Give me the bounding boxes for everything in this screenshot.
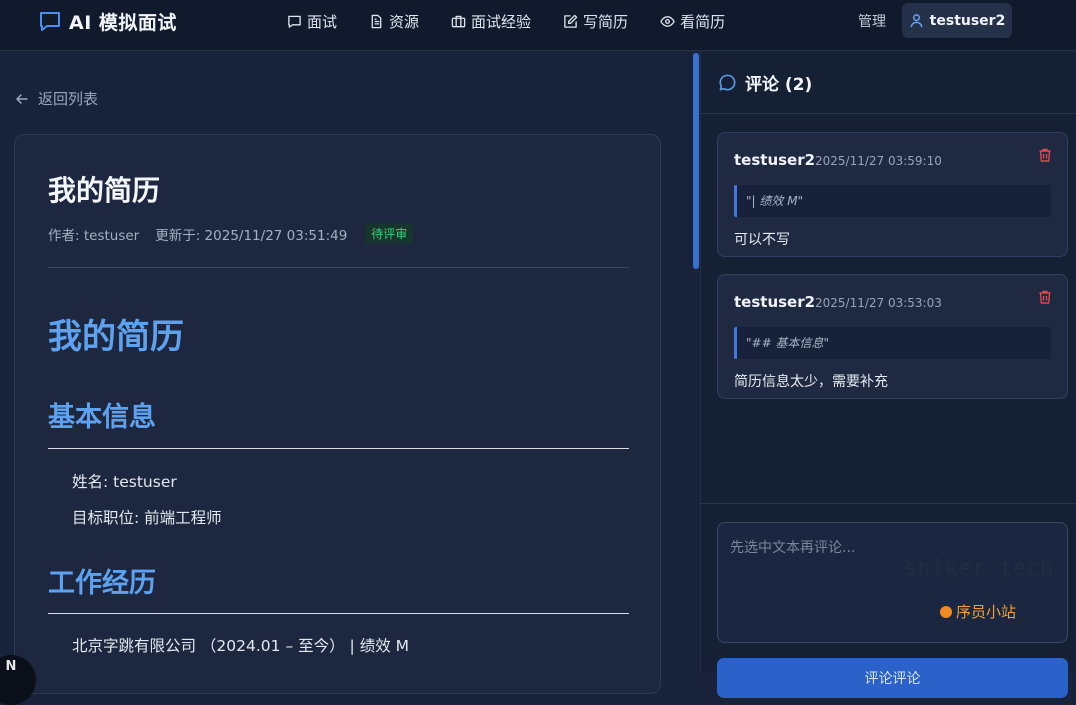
watermark-text: shiker.tech	[904, 556, 1055, 580]
back-label: 返回列表	[38, 90, 99, 108]
arrow-left-icon	[15, 93, 28, 104]
nav-label: 资源	[389, 12, 420, 31]
chat-bubble-icon	[40, 12, 60, 31]
edit-icon	[564, 14, 578, 28]
brand-logo[interactable]: AI 模拟面试	[38, 8, 177, 34]
status-badge: 待评审	[365, 223, 414, 244]
orange-icon	[940, 605, 952, 618]
chat-bubble-icon	[288, 15, 301, 28]
nav-item-interview[interactable]: 面试	[287, 11, 337, 32]
watermark-site-label: 序员小站	[956, 603, 1017, 621]
comments-title: 评论 (2)	[745, 74, 813, 95]
document-icon	[371, 14, 382, 28]
comment-text: 简历信息太少，需要补充	[734, 374, 888, 390]
user-menu-button[interactable]: testuser2	[902, 3, 1012, 38]
nav-label: 看简历	[680, 12, 726, 31]
comment-time: 2025/11/27 03:53:03	[815, 296, 942, 310]
nav-item-view-resume[interactable]: 看简历	[660, 11, 725, 32]
username: testuser2	[929, 12, 1006, 29]
divider	[48, 267, 629, 268]
nav-label: 面试	[307, 12, 338, 31]
eye-icon	[660, 15, 675, 27]
admin-link[interactable]: 管理	[858, 11, 886, 31]
trash-icon[interactable]	[1037, 289, 1053, 305]
comment-text: 可以不写	[734, 232, 790, 248]
comments-header: 评论 (2)	[701, 51, 1076, 114]
app-title: AI 模拟面试	[69, 11, 177, 34]
scrollbar-thumb[interactable]	[693, 53, 699, 269]
comment-composer: 评论评论	[701, 503, 1076, 698]
comment-author: testuser2	[734, 151, 816, 169]
user-icon	[910, 14, 923, 28]
comment-time: 2025/11/27 03:59:10	[815, 154, 942, 168]
main-nav: 面试 资源 面试经验 写简历 看简历	[287, 10, 757, 32]
document-author: 作者: testuser	[48, 227, 140, 244]
document-meta: 作者: testuser 更新于: 2025/11/27 03:51:49 待评…	[48, 223, 414, 244]
resume-document-card: 我的简历 作者: testuser 更新于: 2025/11/27 03:51:…	[14, 134, 661, 694]
comment-author: testuser2	[734, 293, 816, 311]
nav-item-resources[interactable]: 资源	[369, 11, 419, 32]
nav-item-write-resume[interactable]: 写简历	[563, 11, 628, 32]
watermark-site: 序员小站	[940, 601, 1016, 622]
document-title: 我的简历	[48, 174, 161, 207]
briefcase-icon	[451, 15, 466, 27]
section-heading-work-experience[interactable]: 工作经历	[48, 561, 156, 600]
nav-item-experience[interactable]: 面试经验	[451, 11, 531, 32]
back-to-list-link[interactable]: 返回列表	[15, 88, 98, 109]
comment-icon	[719, 74, 736, 90]
comment-item: testuser2 2025/11/27 03:59:10 "| 绩效 M" 可…	[717, 132, 1068, 257]
submit-comment-button[interactable]: 评论评论	[717, 658, 1068, 698]
resume-line[interactable]: 姓名: testuser	[72, 470, 177, 492]
resume-line[interactable]: 目标职位: 前端工程师	[72, 506, 222, 528]
top-navbar: AI 模拟面试 面试 资源 面试经验 写简历 看简历 管理 testuser2	[0, 0, 1076, 51]
comment-quote[interactable]: "| 绩效 M"	[734, 185, 1051, 217]
resume-line[interactable]: 北京字跳有限公司 （2024.01 – 至今） | 绩效 M	[72, 634, 409, 656]
nav-label: 面试经验	[471, 12, 532, 31]
section-divider	[48, 613, 629, 614]
trash-icon[interactable]	[1037, 147, 1053, 163]
section-divider	[48, 448, 629, 449]
resume-heading[interactable]: 我的简历	[48, 309, 184, 358]
nav-label: 写简历	[583, 12, 629, 31]
comment-item: testuser2 2025/11/27 03:53:03 "## 基本信息" …	[717, 274, 1068, 399]
comment-input[interactable]	[717, 522, 1068, 643]
comment-quote[interactable]: "## 基本信息"	[734, 327, 1051, 359]
section-heading-basic-info[interactable]: 基本信息	[48, 395, 156, 434]
document-updated: 更新于: 2025/11/27 03:51:49	[155, 227, 348, 244]
